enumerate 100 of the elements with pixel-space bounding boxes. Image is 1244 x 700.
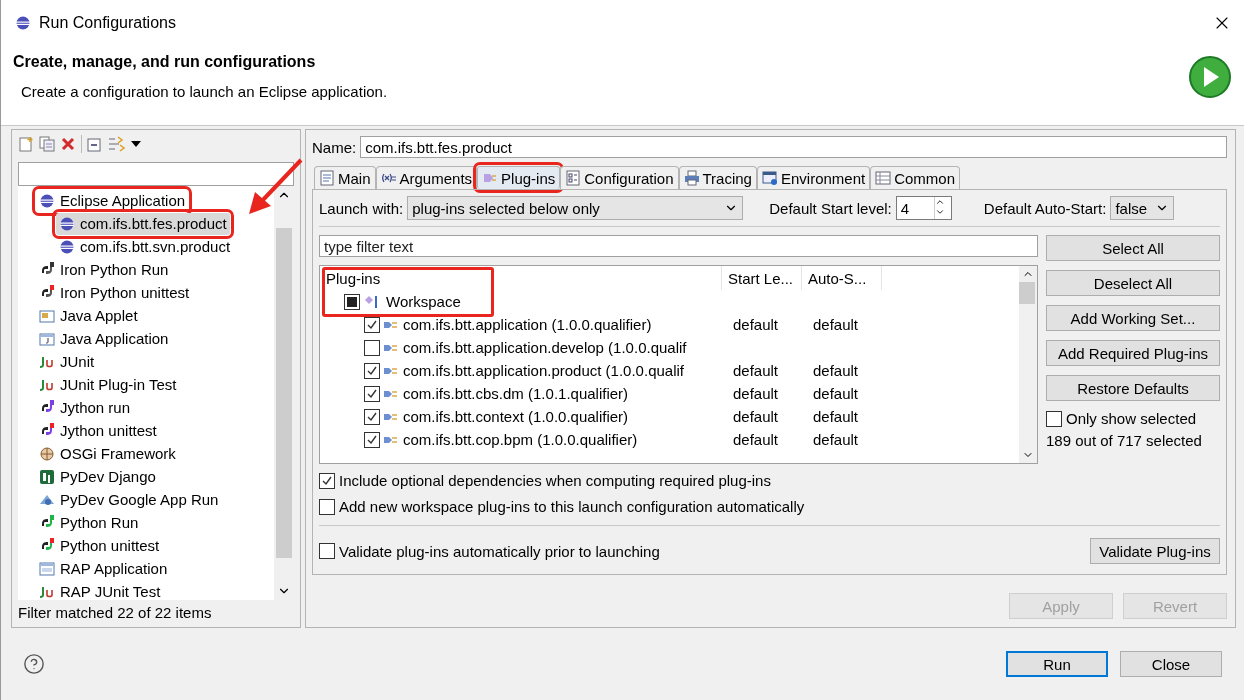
eclipse-icon — [39, 192, 55, 209]
eclipse-icon — [59, 215, 75, 232]
dialog-button[interactable]: Close — [1120, 651, 1222, 677]
checkbox[interactable] — [364, 339, 380, 356]
checkbox[interactable] — [1046, 410, 1062, 427]
name-label: Name: — [312, 138, 357, 156]
validate-button[interactable]: Validate Plug-ins — [1090, 538, 1220, 564]
table-cell-text: com.ifs.btt.application.develop (1.0.0.qualif — [403, 339, 688, 356]
tree-item[interactable]: Iron Python unittest — [36, 281, 193, 304]
checkbox[interactable] — [319, 543, 335, 559]
action-button[interactable]: Add Working Set... — [1046, 305, 1220, 331]
tree-item[interactable]: PyDev Django — [36, 465, 159, 488]
duplicate-icon[interactable] — [39, 136, 55, 152]
run-icon — [1188, 55, 1232, 99]
tree-item[interactable]: Jython run — [36, 396, 134, 419]
scrollbar[interactable] — [274, 186, 294, 600]
tree-item[interactable]: RAP JUnit Test — [36, 580, 164, 600]
column-header[interactable]: Start Le... — [722, 266, 802, 290]
delete-icon[interactable] — [60, 136, 76, 152]
tree-item[interactable]: RAP Application — [36, 557, 171, 580]
tree-item[interactable]: Iron Python Run — [36, 258, 172, 281]
checkbox[interactable] — [364, 385, 380, 402]
tree-item[interactable]: PyDev Google App Run — [36, 488, 222, 511]
tree-item[interactable]: Eclipse Application — [36, 189, 189, 212]
checkbox[interactable] — [364, 362, 380, 379]
table-cell-text: com.ifs.btt.application (1.0.0.qualifier) — [403, 316, 653, 333]
eclipse-icon — [59, 238, 75, 255]
tree-item[interactable]: com.ifs.btt.svn.product — [56, 235, 234, 258]
tab[interactable]: Configuration — [560, 166, 679, 189]
scroll-thumb[interactable] — [276, 228, 292, 558]
tree-item[interactable]: OSGi Framework — [36, 442, 179, 465]
filter-status: Filter matched 22 of 22 items — [17, 603, 213, 623]
action-button[interactable]: Restore Defaults — [1046, 375, 1220, 401]
dropdown-icon[interactable] — [131, 141, 141, 147]
filter-field[interactable] — [18, 162, 294, 186]
checkbox-label: Validate plug-ins automatically prior to launching — [339, 542, 660, 560]
table-cell-text: com.ifs.btt.cop.bpm (1.0.0.qualifier) — [403, 431, 639, 448]
dialog-button[interactable]: Run — [1006, 651, 1108, 677]
eclipse-icon — [15, 14, 31, 31]
table-cell-text: com.ifs.btt.application.product (1.0.0.qualif — [403, 362, 685, 379]
collapse-all-icon[interactable] — [87, 136, 103, 152]
tab[interactable]: Common — [870, 166, 961, 189]
header-subtitle: Create a configuration to launch an Eclipse application. — [20, 83, 389, 100]
name-field[interactable]: com.ifs.btt.fes.product — [360, 136, 1227, 158]
action-button[interactable]: Select All — [1046, 235, 1220, 261]
table-cell-text: default — [732, 431, 780, 448]
table-icon — [875, 170, 892, 186]
checkbox[interactable] — [319, 472, 335, 489]
auto-start-dropdown[interactable]: false — [1110, 196, 1175, 220]
table-cell-text: com.ifs.btt.cbs.dm (1.0.1.qualifier) — [403, 385, 630, 402]
table-cell-text: default — [812, 362, 860, 379]
action-button[interactable]: Add Required Plug-ins — [1046, 340, 1220, 366]
start-level-spinner[interactable]: 4 — [895, 196, 952, 220]
spin-down-icon[interactable] — [934, 207, 945, 217]
java-icon — [39, 330, 55, 347]
tree-item[interactable]: Python Run — [36, 511, 142, 534]
tree-item[interactable]: Jython unittest — [36, 419, 160, 442]
column-header[interactable]: Plug-ins — [320, 266, 722, 290]
tab[interactable]: Tracing — [678, 166, 757, 189]
checkbox-label: Include optional dependencies when computing required plug-ins — [339, 472, 771, 489]
action-button[interactable]: Deselect All — [1046, 270, 1220, 296]
tab[interactable]: Arguments — [375, 166, 478, 189]
table-cell-text: default — [732, 385, 780, 402]
tree-item[interactable]: Java Applet — [36, 304, 141, 327]
django-icon — [39, 468, 55, 485]
tab[interactable]: Main — [314, 166, 376, 189]
help-icon[interactable] — [23, 653, 45, 675]
scroll-thumb[interactable] — [1019, 282, 1035, 304]
rap-icon — [39, 560, 55, 577]
start-level-label: Default Start level: — [769, 199, 892, 217]
header-title: Create, manage, and run configurations — [13, 53, 317, 71]
table-cell-text: com.ifs.btt.context (1.0.0.qualifier) — [403, 408, 630, 425]
checkbox[interactable] — [364, 431, 380, 448]
tree-item[interactable]: Python unittest — [36, 534, 163, 557]
tree-item[interactable]: JUnit — [36, 350, 98, 373]
table-cell-text: default — [812, 431, 860, 448]
launch-label: Launch with: — [319, 199, 404, 217]
osgi-icon — [39, 445, 55, 462]
scrollbar[interactable] — [1019, 266, 1037, 463]
checkbox[interactable] — [344, 293, 360, 310]
checkbox-label: Only show selected — [1066, 410, 1197, 427]
checkbox[interactable] — [364, 408, 380, 425]
tab[interactable]: Environment — [756, 166, 871, 189]
document-icon — [319, 170, 335, 186]
tree-item[interactable]: JUnit Plug-in Test — [36, 373, 180, 396]
checkbox[interactable] — [319, 498, 335, 515]
window-icon — [761, 170, 778, 186]
table-cell-text: default — [812, 408, 860, 425]
checkbox-label: Add new workspace plug-ins to this launch configuration automatically — [339, 498, 805, 515]
column-header[interactable]: Auto-S... — [802, 266, 882, 290]
printer-icon — [683, 170, 700, 186]
table-cell-text: default — [732, 316, 780, 333]
window-title: Run Configurations — [39, 13, 177, 32]
table-cell-text: default — [732, 362, 780, 379]
launch-dropdown[interactable]: plug-ins selected below only — [407, 196, 744, 220]
tree-item[interactable]: Java Application — [36, 327, 172, 350]
selection-count: 189 out of 717 selected — [1046, 432, 1203, 449]
tree-node[interactable]: Workspace — [386, 293, 461, 310]
spin-up-icon[interactable] — [934, 197, 945, 207]
plugin-filter-field[interactable]: type filter text — [319, 235, 1038, 257]
